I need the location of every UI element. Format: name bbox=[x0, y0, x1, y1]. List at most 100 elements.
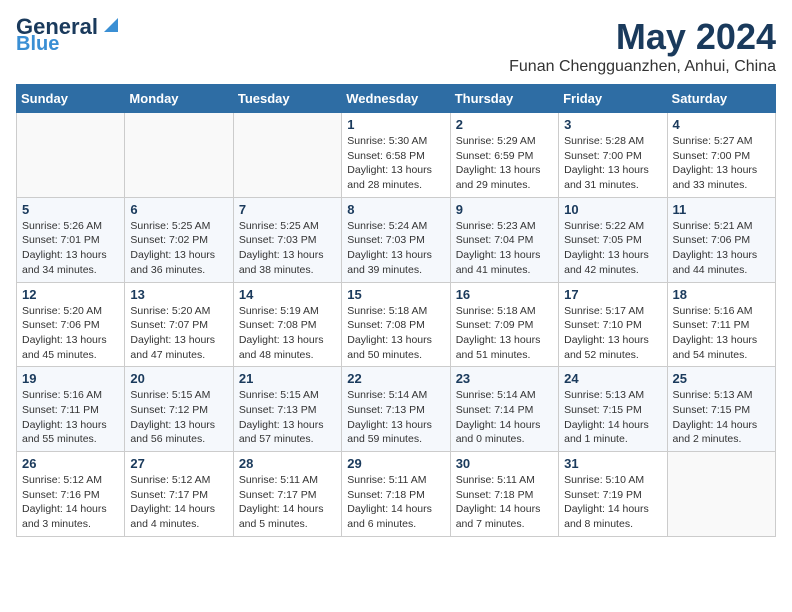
day-info: Sunrise: 5:27 AMSunset: 7:00 PMDaylight:… bbox=[673, 134, 770, 193]
weekday-header-friday: Friday bbox=[559, 85, 667, 113]
day-number: 20 bbox=[130, 371, 227, 386]
day-info: Sunrise: 5:12 AMSunset: 7:17 PMDaylight:… bbox=[130, 473, 227, 532]
day-info: Sunrise: 5:12 AMSunset: 7:16 PMDaylight:… bbox=[22, 473, 119, 532]
calendar-cell: 30 Sunrise: 5:11 AMSunset: 7:18 PMDayligh… bbox=[450, 452, 558, 537]
location-subtitle: Funan Chengguanzhen, Anhui, China bbox=[509, 58, 776, 76]
day-info: Sunrise: 5:24 AMSunset: 7:03 PMDaylight:… bbox=[347, 219, 444, 278]
calendar-cell: 16 Sunrise: 5:18 AMSunset: 7:09 PMDayligh… bbox=[450, 282, 558, 367]
day-info: Sunrise: 5:16 AMSunset: 7:11 PMDaylight:… bbox=[22, 388, 119, 447]
day-info: Sunrise: 5:11 AMSunset: 7:18 PMDaylight:… bbox=[456, 473, 553, 532]
day-info: Sunrise: 5:28 AMSunset: 7:00 PMDaylight:… bbox=[564, 134, 661, 193]
day-number: 18 bbox=[673, 287, 770, 302]
calendar-cell bbox=[17, 113, 125, 198]
calendar-cell: 12 Sunrise: 5:20 AMSunset: 7:06 PMDayligh… bbox=[17, 282, 125, 367]
day-number: 6 bbox=[130, 202, 227, 217]
day-info: Sunrise: 5:14 AMSunset: 7:14 PMDaylight:… bbox=[456, 388, 553, 447]
calendar-cell: 26 Sunrise: 5:12 AMSunset: 7:16 PMDayligh… bbox=[17, 452, 125, 537]
calendar-cell: 22Sunrise: 5:14 AMSunset: 7:13 PMDayligh… bbox=[342, 367, 450, 452]
day-number: 12 bbox=[22, 287, 119, 302]
calendar-cell: 24Sunrise: 5:13 AMSunset: 7:15 PMDayligh… bbox=[559, 367, 667, 452]
weekday-header-wednesday: Wednesday bbox=[342, 85, 450, 113]
calendar-cell: 27 Sunrise: 5:12 AMSunset: 7:17 PMDayligh… bbox=[125, 452, 233, 537]
calendar-cell: 19 Sunrise: 5:16 AMSunset: 7:11 PMDayligh… bbox=[17, 367, 125, 452]
day-number: 5 bbox=[22, 202, 119, 217]
day-number: 26 bbox=[22, 456, 119, 471]
day-info: Sunrise: 5:14 AMSunset: 7:13 PMDaylight:… bbox=[347, 388, 444, 447]
day-number: 15 bbox=[347, 287, 444, 302]
day-info: Sunrise: 5:30 AMSunset: 6:58 PMDaylight:… bbox=[347, 134, 444, 193]
calendar-table: SundayMondayTuesdayWednesdayThursdayFrid… bbox=[16, 84, 776, 537]
day-info: Sunrise: 5:11 AMSunset: 7:17 PMDaylight:… bbox=[239, 473, 336, 532]
calendar-cell: 1 Sunrise: 5:30 AMSunset: 6:58 PMDaylight… bbox=[342, 113, 450, 198]
day-info: Sunrise: 5:25 AMSunset: 7:02 PMDaylight:… bbox=[130, 219, 227, 278]
day-info: Sunrise: 5:26 AMSunset: 7:01 PMDaylight:… bbox=[22, 219, 119, 278]
calendar-cell: 3 Sunrise: 5:28 AMSunset: 7:00 PMDaylight… bbox=[559, 113, 667, 198]
calendar-week-1: 1 Sunrise: 5:30 AMSunset: 6:58 PMDaylight… bbox=[17, 113, 776, 198]
calendar-header-row: SundayMondayTuesdayWednesdayThursdayFrid… bbox=[17, 85, 776, 113]
weekday-header-saturday: Saturday bbox=[667, 85, 775, 113]
calendar-cell: 23 Sunrise: 5:14 AMSunset: 7:14 PMDayligh… bbox=[450, 367, 558, 452]
day-number: 2 bbox=[456, 117, 553, 132]
day-number: 1 bbox=[347, 117, 444, 132]
calendar-cell: 14 Sunrise: 5:19 AMSunset: 7:08 PMDayligh… bbox=[233, 282, 341, 367]
weekday-header-tuesday: Tuesday bbox=[233, 85, 341, 113]
calendar-cell: 21 Sunrise: 5:15 AMSunset: 7:13 PMDayligh… bbox=[233, 367, 341, 452]
weekday-header-monday: Monday bbox=[125, 85, 233, 113]
day-number: 16 bbox=[456, 287, 553, 302]
day-number: 7 bbox=[239, 202, 336, 217]
calendar-cell: 28 Sunrise: 5:11 AMSunset: 7:17 PMDayligh… bbox=[233, 452, 341, 537]
day-number: 11 bbox=[673, 202, 770, 217]
calendar-cell bbox=[125, 113, 233, 198]
day-number: 3 bbox=[564, 117, 661, 132]
day-number: 4 bbox=[673, 117, 770, 132]
day-info: Sunrise: 5:25 AMSunset: 7:03 PMDaylight:… bbox=[239, 219, 336, 278]
logo: General Blue bbox=[16, 16, 122, 54]
day-info: Sunrise: 5:21 AMSunset: 7:06 PMDaylight:… bbox=[673, 219, 770, 278]
calendar-cell: 5 Sunrise: 5:26 AMSunset: 7:01 PMDaylight… bbox=[17, 197, 125, 282]
day-info: Sunrise: 5:18 AMSunset: 7:09 PMDaylight:… bbox=[456, 304, 553, 363]
calendar-cell: 7 Sunrise: 5:25 AMSunset: 7:03 PMDaylight… bbox=[233, 197, 341, 282]
day-info: Sunrise: 5:15 AMSunset: 7:13 PMDaylight:… bbox=[239, 388, 336, 447]
calendar-cell: 31Sunrise: 5:10 AMSunset: 7:19 PMDayligh… bbox=[559, 452, 667, 537]
calendar-cell: 18Sunrise: 5:16 AMSunset: 7:11 PMDayligh… bbox=[667, 282, 775, 367]
weekday-header-sunday: Sunday bbox=[17, 85, 125, 113]
day-number: 17 bbox=[564, 287, 661, 302]
day-number: 30 bbox=[456, 456, 553, 471]
calendar-cell: 2Sunrise: 5:29 AMSunset: 6:59 PMDaylight… bbox=[450, 113, 558, 198]
day-number: 8 bbox=[347, 202, 444, 217]
day-number: 21 bbox=[239, 371, 336, 386]
day-number: 23 bbox=[456, 371, 553, 386]
calendar-cell bbox=[667, 452, 775, 537]
day-number: 27 bbox=[130, 456, 227, 471]
calendar-cell: 10 Sunrise: 5:22 AMSunset: 7:05 PMDayligh… bbox=[559, 197, 667, 282]
month-year-title: May 2024 bbox=[509, 16, 776, 58]
day-info: Sunrise: 5:15 AMSunset: 7:12 PMDaylight:… bbox=[130, 388, 227, 447]
day-number: 31 bbox=[564, 456, 661, 471]
calendar-week-5: 26 Sunrise: 5:12 AMSunset: 7:16 PMDayligh… bbox=[17, 452, 776, 537]
day-info: Sunrise: 5:22 AMSunset: 7:05 PMDaylight:… bbox=[564, 219, 661, 278]
day-info: Sunrise: 5:20 AMSunset: 7:06 PMDaylight:… bbox=[22, 304, 119, 363]
day-number: 28 bbox=[239, 456, 336, 471]
day-number: 24 bbox=[564, 371, 661, 386]
calendar-cell: 15Sunrise: 5:18 AMSunset: 7:08 PMDayligh… bbox=[342, 282, 450, 367]
title-area: May 2024 Funan Chengguanzhen, Anhui, Chi… bbox=[509, 16, 776, 76]
day-info: Sunrise: 5:11 AMSunset: 7:18 PMDaylight:… bbox=[347, 473, 444, 532]
logo-arrow-icon bbox=[100, 14, 122, 36]
day-number: 29 bbox=[347, 456, 444, 471]
calendar-cell: 9Sunrise: 5:23 AMSunset: 7:04 PMDaylight… bbox=[450, 197, 558, 282]
weekday-header-thursday: Thursday bbox=[450, 85, 558, 113]
calendar-cell bbox=[233, 113, 341, 198]
day-number: 14 bbox=[239, 287, 336, 302]
calendar-cell: 11 Sunrise: 5:21 AMSunset: 7:06 PMDayligh… bbox=[667, 197, 775, 282]
calendar-cell: 6 Sunrise: 5:25 AMSunset: 7:02 PMDaylight… bbox=[125, 197, 233, 282]
day-number: 13 bbox=[130, 287, 227, 302]
day-info: Sunrise: 5:13 AMSunset: 7:15 PMDaylight:… bbox=[673, 388, 770, 447]
calendar-cell: 29 Sunrise: 5:11 AMSunset: 7:18 PMDayligh… bbox=[342, 452, 450, 537]
calendar-cell: 20 Sunrise: 5:15 AMSunset: 7:12 PMDayligh… bbox=[125, 367, 233, 452]
calendar-cell: 4 Sunrise: 5:27 AMSunset: 7:00 PMDaylight… bbox=[667, 113, 775, 198]
day-info: Sunrise: 5:19 AMSunset: 7:08 PMDaylight:… bbox=[239, 304, 336, 363]
day-number: 19 bbox=[22, 371, 119, 386]
calendar-cell: 13Sunrise: 5:20 AMSunset: 7:07 PMDayligh… bbox=[125, 282, 233, 367]
day-number: 10 bbox=[564, 202, 661, 217]
calendar-cell: 8 Sunrise: 5:24 AMSunset: 7:03 PMDaylight… bbox=[342, 197, 450, 282]
